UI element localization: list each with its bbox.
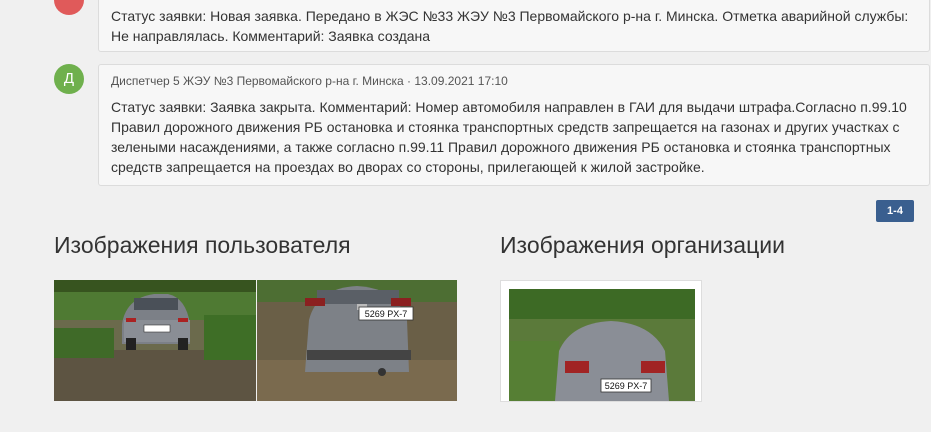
license-plate-text: 5269 PX-7 xyxy=(605,381,648,391)
message-timestamp: 13.09.2021 17:10 xyxy=(414,74,508,88)
license-plate-text: 5269 PX-7 xyxy=(365,309,408,319)
org-images-title: Изображения организации xyxy=(500,232,785,258)
user-images-title: Изображения пользователя xyxy=(54,232,351,258)
message-bubble: Статус заявки: Новая заявка. Передано в … xyxy=(98,0,930,52)
message-author: Диспетчер 5 ЖЭУ №3 Первомайского р-на г.… xyxy=(111,74,404,88)
pagination-badge[interactable]: 1-4 xyxy=(876,200,914,222)
car-photo: 5269 PX-7 xyxy=(257,280,457,401)
avatar: Д xyxy=(54,64,84,94)
message-meta: Диспетчер 5 ЖЭУ №3 Первомайского р-на г.… xyxy=(111,72,917,90)
car-photo: 5269 PX-7 xyxy=(501,281,701,401)
user-image-thumbnail[interactable]: 5269 PX-7 xyxy=(257,280,457,401)
user-image-thumbnail[interactable] xyxy=(54,280,256,401)
car-photo xyxy=(54,280,256,401)
message-text: Статус заявки: Новая заявка. Передано в … xyxy=(111,8,909,44)
message-bubble: Диспетчер 5 ЖЭУ №3 Первомайского р-на г.… xyxy=(98,64,930,186)
message-text: Статус заявки: Заявка закрыта. Комментар… xyxy=(111,99,907,175)
org-image-thumbnail[interactable]: 5269 PX-7 xyxy=(500,280,702,402)
avatar xyxy=(54,0,84,15)
meta-separator: · xyxy=(407,74,412,88)
